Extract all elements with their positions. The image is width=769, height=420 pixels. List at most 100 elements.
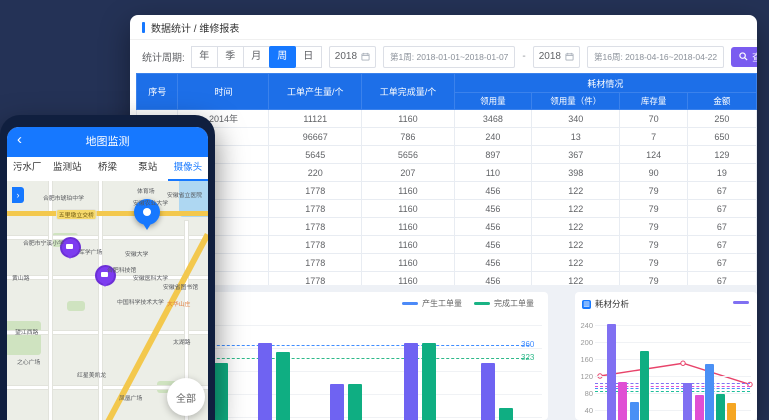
grid-line xyxy=(595,325,751,326)
period-option-0[interactable]: 年 xyxy=(191,46,218,68)
phone-mockup: ‹ 地图监测 污水厂监测站桥梁泵站摄像头 › 全部 合肥市琥珀 xyxy=(0,115,215,420)
tab-1[interactable]: 监测站 xyxy=(47,157,87,181)
tab-4[interactable]: 摄像头 xyxy=(168,157,208,181)
sub-header-2: 库存量 xyxy=(620,93,687,110)
grid-line xyxy=(595,359,751,360)
week-range-from[interactable]: 第1周: 2018-01-01~2018-01-07 xyxy=(383,46,515,68)
y-tick-label: 200 xyxy=(580,338,593,347)
legend-item-0[interactable]: 产生工单量 xyxy=(402,298,462,309)
map-label-16: 红星美凯龙 xyxy=(77,370,106,379)
table-cell: 1160 xyxy=(362,254,455,272)
query-button[interactable]: 查询 xyxy=(731,47,757,67)
col-header-0: 序号 xyxy=(137,74,178,110)
table-cell: 367 xyxy=(532,146,620,164)
workorder-bar xyxy=(422,343,436,420)
table-cell: 1160 xyxy=(362,182,455,200)
table-cell: 456 xyxy=(454,254,531,272)
workorder-bar xyxy=(348,384,362,420)
map-view[interactable]: › 全部 合肥市琥珀中学体育场安徽农业大学安徽省立医院五里墩立交桥合肥市宁溪小学… xyxy=(7,181,208,420)
consumable-bar xyxy=(683,383,692,420)
year-to-select[interactable]: 2018 xyxy=(533,46,580,68)
breadcrumb: 数据统计 / 维修报表 xyxy=(130,15,757,40)
col-header-1: 时间 xyxy=(178,74,269,110)
workorder-bar xyxy=(258,343,272,420)
legend-swatch xyxy=(402,302,418,305)
map-label-2: 安徽农业大学 xyxy=(133,198,168,207)
all-filter-button[interactable]: 全部 xyxy=(167,378,205,416)
table-cell: 897 xyxy=(454,146,531,164)
map-label-1: 体育场 xyxy=(137,186,155,195)
year-from-select[interactable]: 2018 xyxy=(329,46,376,68)
sub-header-0: 领用量 xyxy=(454,93,531,110)
table-cell: 122 xyxy=(532,200,620,218)
map-road xyxy=(99,181,102,420)
table-cell: 340 xyxy=(532,110,620,128)
chart-icon: ▥ xyxy=(582,300,591,309)
table-row: 296667786240137650 xyxy=(137,128,757,146)
table-cell: 456 xyxy=(454,182,531,200)
consumable-bar xyxy=(716,394,725,420)
grid-line xyxy=(595,342,751,343)
table-cell: 122 xyxy=(532,218,620,236)
avg-reference-label: 323 xyxy=(521,353,534,362)
map-label-17: 凤凰广场 xyxy=(119,393,142,402)
table-cell: 3468 xyxy=(454,110,531,128)
period-option-2[interactable]: 月 xyxy=(243,46,270,68)
table-cell: 79 xyxy=(620,182,687,200)
period-option-3[interactable]: 周 xyxy=(269,46,296,68)
table-cell: 456 xyxy=(454,200,531,218)
table-row: 356455656897367124129 xyxy=(137,146,757,164)
week-range-to[interactable]: 第16周: 2018-04-16~2018-04-22 xyxy=(587,46,724,68)
search-icon xyxy=(739,52,748,61)
consumable-bar xyxy=(640,351,649,420)
legend-item-1[interactable]: 完成工单量 xyxy=(474,298,534,309)
workorder-bar xyxy=(499,408,513,420)
map-label-7: 安徽大学 xyxy=(125,249,148,258)
table-cell: 122 xyxy=(532,236,620,254)
table-row: 12014年111211160346834070250 xyxy=(137,110,757,128)
table-cell: 786 xyxy=(362,128,455,146)
period-option-1[interactable]: 季 xyxy=(217,46,244,68)
y-tick-label: 40 xyxy=(585,406,593,415)
tab-3[interactable]: 泵站 xyxy=(128,157,168,181)
table-cell: 129 xyxy=(687,146,756,164)
avg-reference-label: 360 xyxy=(521,340,534,349)
table-cell: 110 xyxy=(454,164,531,182)
group-header: 耗材情况 xyxy=(454,74,756,93)
legend-stub[interactable] xyxy=(733,301,749,304)
map-label-10: 安徽省图书馆 xyxy=(163,282,198,291)
workorder-bar xyxy=(330,384,344,420)
calendar-icon xyxy=(565,52,574,61)
table-cell: 1778 xyxy=(269,236,362,254)
consumable-bar xyxy=(607,324,616,420)
table-cell: 67 xyxy=(687,236,756,254)
table-cell: 7 xyxy=(620,128,687,146)
consumable-bar xyxy=(705,364,714,420)
map-label-15: 之心广场 xyxy=(17,357,40,366)
table-cell: 70 xyxy=(620,110,687,128)
table-row: 9177811604561227967 xyxy=(137,254,757,272)
expand-panel-button[interactable]: › xyxy=(12,187,24,203)
table-cell: 67 xyxy=(687,254,756,272)
grid-line xyxy=(595,376,751,377)
table-cell: 90 xyxy=(620,164,687,182)
filter-bar: 统计周期: 年季月周日 2018 第1周: 2018-01-01~2018-01… xyxy=(130,40,757,73)
park-area xyxy=(67,301,85,311)
phone-tabs: 污水厂监测站桥梁泵站摄像头 xyxy=(7,157,208,182)
phone-title: 地图监测 xyxy=(7,127,208,157)
col-header-3: 工单完成量/个 xyxy=(362,74,455,110)
map-label-13: 大华山庄 xyxy=(167,299,190,308)
workorder-bar xyxy=(481,363,495,420)
legend-label: 完成工单量 xyxy=(494,298,534,309)
table-row: 42202071103989019 xyxy=(137,164,757,182)
table-cell: 5656 xyxy=(362,146,455,164)
consumables-chart-title: ▥ 耗材分析 xyxy=(582,298,629,310)
period-option-4[interactable]: 日 xyxy=(295,46,322,68)
table-cell: 124 xyxy=(620,146,687,164)
tab-2[interactable]: 桥梁 xyxy=(87,157,127,181)
phone-header: ‹ 地图监测 xyxy=(7,127,208,157)
consumable-bar xyxy=(630,402,639,420)
table-cell: 240 xyxy=(454,128,531,146)
table-cell: 456 xyxy=(454,218,531,236)
tab-0[interactable]: 污水厂 xyxy=(7,157,47,181)
